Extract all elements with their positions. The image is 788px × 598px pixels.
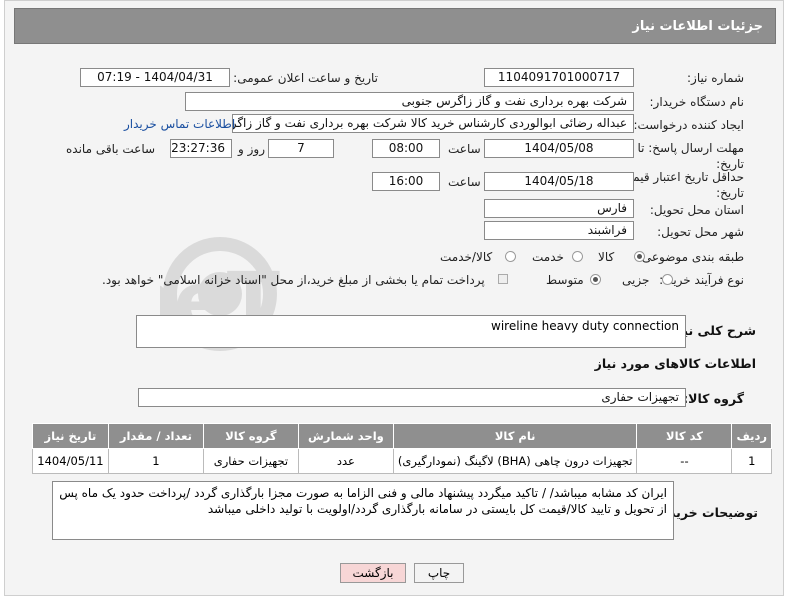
table-header-row: ردیف کد کالا نام کالا واحد شمارش گروه کا… bbox=[32, 423, 772, 449]
col-header-quantity: تعداد / مقدار bbox=[107, 423, 204, 449]
days-remaining-field: 7 bbox=[268, 139, 334, 158]
buyer-notes-text: ایران کد مشابه میباشد/ / تاکید میگردد پی… bbox=[59, 486, 667, 516]
need-number-label: شماره نیاز: bbox=[687, 71, 744, 85]
table-row: 1 -- تجهیزات درون چاهی (BHA) لاگینگ (نمو… bbox=[32, 448, 772, 474]
process-option-medium: متوسط bbox=[546, 273, 584, 287]
col-header-goods-group: گروه کالا bbox=[202, 423, 299, 449]
need-number-field: 1104091701000717 bbox=[484, 68, 634, 87]
price-validity-date-field: 1404/05/18 bbox=[484, 172, 634, 191]
buyer-contact-link[interactable]: اطلاعات تماس خریدار bbox=[124, 117, 235, 131]
summary-text: wireline heavy duty connection bbox=[491, 319, 679, 333]
announce-field: 1404/04/31 - 07:19 bbox=[80, 68, 230, 87]
back-button[interactable]: بازگشت bbox=[340, 563, 406, 583]
category-option-goods: کالا bbox=[598, 250, 615, 264]
price-validity-time-label: ساعت bbox=[448, 175, 481, 189]
goods-group-field: تجهیزات حفاری bbox=[138, 388, 686, 407]
process-option-minor: جزیی bbox=[622, 273, 650, 287]
price-validity-time-field: 16:00 bbox=[372, 172, 440, 191]
cell-goods-group: تجهیزات حفاری bbox=[202, 448, 299, 474]
category-option-service: خدمت bbox=[532, 250, 564, 264]
province-field: فارس bbox=[484, 199, 634, 218]
category-radio-goods-service[interactable] bbox=[505, 251, 516, 262]
treasury-payment-note: پرداخت تمام یا بخشی از مبلغ خرید،از محل … bbox=[102, 273, 485, 287]
col-header-row-number: ردیف bbox=[731, 423, 772, 449]
province-label: استان محل تحویل: bbox=[649, 203, 744, 217]
cell-item-code: -- bbox=[636, 448, 733, 474]
remaining-time-label: ساعت باقی مانده bbox=[66, 142, 156, 156]
treasury-payment-checkbox[interactable] bbox=[498, 274, 508, 284]
print-button[interactable]: چاپ bbox=[414, 563, 464, 583]
category-option-goods-service: کالا/خدمت bbox=[440, 250, 493, 264]
cell-need-date: 1404/05/11 bbox=[32, 448, 109, 474]
cell-item-name: تجهیزات درون چاهی (BHA) لاگینگ (نمودارگی… bbox=[392, 448, 638, 474]
category-radio-goods[interactable] bbox=[634, 251, 645, 262]
goods-group-label: گروه کالا: bbox=[683, 391, 744, 406]
goods-section-title: اطلاعات کالاهای مورد نیاز bbox=[594, 356, 756, 371]
col-header-item-name: نام کالا bbox=[392, 423, 638, 449]
deadline-time-field: 08:00 bbox=[372, 139, 440, 158]
city-label: شهر محل تحویل: bbox=[657, 225, 744, 239]
col-header-unit: واحد شمارش bbox=[297, 423, 394, 449]
buyer-notes-textarea[interactable]: ایران کد مشابه میباشد/ / تاکید میگردد پی… bbox=[52, 481, 674, 540]
summary-textarea[interactable]: wireline heavy duty connection bbox=[136, 315, 686, 348]
process-radio-medium[interactable] bbox=[590, 274, 601, 285]
buyer-org-field: شرکت بهره برداری نفت و گاز زاگرس جنوبی bbox=[185, 92, 634, 111]
city-field: فراشبند bbox=[484, 221, 634, 240]
cell-row-number: 1 bbox=[731, 448, 772, 474]
page-title: جزئیات اطلاعات نیاز bbox=[632, 19, 763, 34]
announce-label: تاریخ و ساعت اعلان عمومی: bbox=[233, 71, 378, 85]
buyer-org-label: نام دستگاه خریدار: bbox=[649, 95, 745, 109]
requester-field: عبداله رضائی ابوالوردی کارشناس خرید کالا… bbox=[232, 114, 634, 133]
remaining-time-field: 23:27:36 bbox=[170, 139, 232, 158]
cell-quantity: 1 bbox=[107, 448, 204, 474]
days-label: روز و bbox=[238, 142, 265, 156]
category-label: طبقه بندی موضوعی: bbox=[637, 250, 744, 264]
requester-label: ایجاد کننده درخواست: bbox=[633, 118, 744, 132]
deadline-date-field: 1404/05/08 bbox=[484, 139, 634, 158]
col-header-item-code: کد کالا bbox=[636, 423, 733, 449]
process-radio-minor[interactable] bbox=[662, 274, 673, 285]
deadline-time-label: ساعت bbox=[448, 142, 481, 156]
cell-unit: عدد bbox=[297, 448, 394, 474]
category-radio-service[interactable] bbox=[572, 251, 583, 262]
goods-table: ردیف کد کالا نام کالا واحد شمارش گروه کا… bbox=[32, 423, 772, 474]
header-bar: جزئیات اطلاعات نیاز bbox=[14, 8, 776, 44]
col-header-need-date: تاریخ نیاز bbox=[32, 423, 109, 449]
deadline-label: مهلت ارسال پاسخ: تا تاریخ: bbox=[637, 141, 744, 171]
